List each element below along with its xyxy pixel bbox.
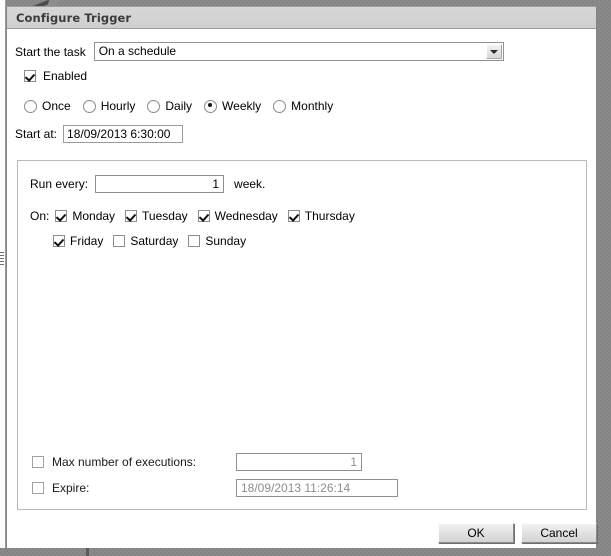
enabled-checkbox[interactable] (24, 70, 36, 82)
max-executions-row: Max number of executions: 1 (32, 453, 572, 471)
schedule-detail-groupbox: Run every: 1 week. On: Monday Tuesday We… (17, 160, 587, 510)
frequency-radio-group: Once Hourly Daily Weekly Monthly (24, 99, 345, 113)
run-every-label: Run every: (30, 177, 89, 191)
wednesday-checkbox-indicator[interactable] (197, 210, 210, 222)
dialog-titlebar[interactable]: Configure Trigger (7, 7, 596, 29)
start-task-selected-value: On a schedule (98, 44, 177, 58)
radio-option-hourly[interactable]: Hourly (82, 99, 136, 113)
radio-monthly-indicator[interactable] (273, 99, 287, 113)
start-at-label: Start at: (15, 127, 58, 141)
monday-label: Monday (72, 209, 116, 223)
radio-daily-label: Daily (165, 99, 193, 113)
radio-option-once[interactable]: Once (24, 99, 71, 113)
day-checkbox-thursday[interactable]: Thursday (287, 209, 355, 223)
radio-daily-indicator[interactable] (147, 99, 161, 113)
enabled-row: Enabled (24, 69, 87, 83)
ok-button[interactable]: OK (438, 523, 514, 543)
start-task-dropdown[interactable]: On a schedule (93, 42, 504, 61)
start-task-row: Start the task On a schedule (15, 42, 504, 61)
start-at-input[interactable]: 18/09/2013 6:30:00 (63, 125, 184, 143)
run-every-row: Run every: 1 week. (30, 175, 265, 193)
sunday-label: Sunday (205, 234, 247, 248)
radio-hourly-label: Hourly (100, 99, 136, 113)
start-at-row: Start at: 18/09/2013 6:30:00 (15, 125, 184, 143)
on-label: On: (30, 209, 50, 223)
saturday-checkbox-indicator[interactable] (113, 235, 126, 247)
thursday-label: Thursday (304, 209, 355, 223)
weekday-row-second: Friday Saturday Sunday (53, 234, 256, 248)
dialog-footer: OK Cancel (7, 523, 598, 548)
dialog-title: Configure Trigger (16, 10, 132, 25)
configure-trigger-dialog: Configure Trigger Start the task On a sc… (6, 6, 597, 548)
week-unit-label: week. (234, 177, 266, 191)
thursday-checkbox-indicator[interactable] (287, 210, 300, 222)
day-checkbox-wednesday[interactable]: Wednesday (197, 209, 278, 223)
max-executions-label: Max number of executions: (52, 455, 197, 469)
dialog-body: Start the task On a schedule Enabled Onc… (7, 29, 598, 548)
expire-checkbox[interactable] (32, 482, 44, 494)
day-checkbox-sunday[interactable]: Sunday (188, 234, 246, 248)
max-executions-input[interactable]: 1 (236, 453, 362, 471)
radio-weekly-indicator[interactable] (204, 99, 218, 113)
enabled-label: Enabled (43, 69, 88, 83)
radio-monthly-label: Monthly (291, 99, 334, 113)
expire-label: Expire: (52, 481, 90, 495)
day-checkbox-monday[interactable]: Monday (55, 209, 115, 223)
radio-option-monthly[interactable]: Monthly (273, 99, 333, 113)
day-checkbox-tuesday[interactable]: Tuesday (125, 209, 188, 223)
expire-input[interactable]: 18/09/2013 11:26:14 (236, 479, 398, 497)
max-executions-checkbox[interactable] (32, 456, 44, 468)
tuesday-checkbox-indicator[interactable] (125, 210, 138, 222)
day-checkbox-friday[interactable]: Friday (53, 234, 103, 248)
radio-weekly-label: Weekly (222, 99, 262, 113)
radio-option-daily[interactable]: Daily (147, 99, 192, 113)
radio-option-weekly[interactable]: Weekly (204, 99, 261, 113)
radio-once-indicator[interactable] (24, 99, 37, 113)
weekday-row-first: On: Monday Tuesday Wednesday Thursday (30, 209, 365, 223)
sunday-checkbox-indicator[interactable] (188, 235, 201, 247)
monday-checkbox-indicator[interactable] (55, 210, 68, 222)
cancel-button[interactable]: Cancel (521, 523, 597, 543)
chevron-down-icon[interactable] (485, 44, 502, 59)
radio-hourly-indicator[interactable] (82, 99, 96, 113)
background-window-grip-handle (0, 252, 4, 266)
radio-once-label: Once (42, 99, 71, 113)
start-task-label: Start the task (15, 44, 86, 59)
run-every-input[interactable]: 1 (95, 175, 225, 193)
wednesday-label: Wednesday (214, 209, 278, 223)
chevron-down-glyph (489, 49, 498, 54)
tuesday-label: Tuesday (142, 209, 188, 223)
expire-row: Expire: 18/09/2013 11:26:14 (32, 479, 572, 497)
saturday-label: Saturday (130, 234, 179, 248)
friday-checkbox-indicator[interactable] (53, 235, 65, 247)
friday-label: Friday (70, 234, 104, 248)
day-checkbox-saturday[interactable]: Saturday (113, 234, 178, 248)
